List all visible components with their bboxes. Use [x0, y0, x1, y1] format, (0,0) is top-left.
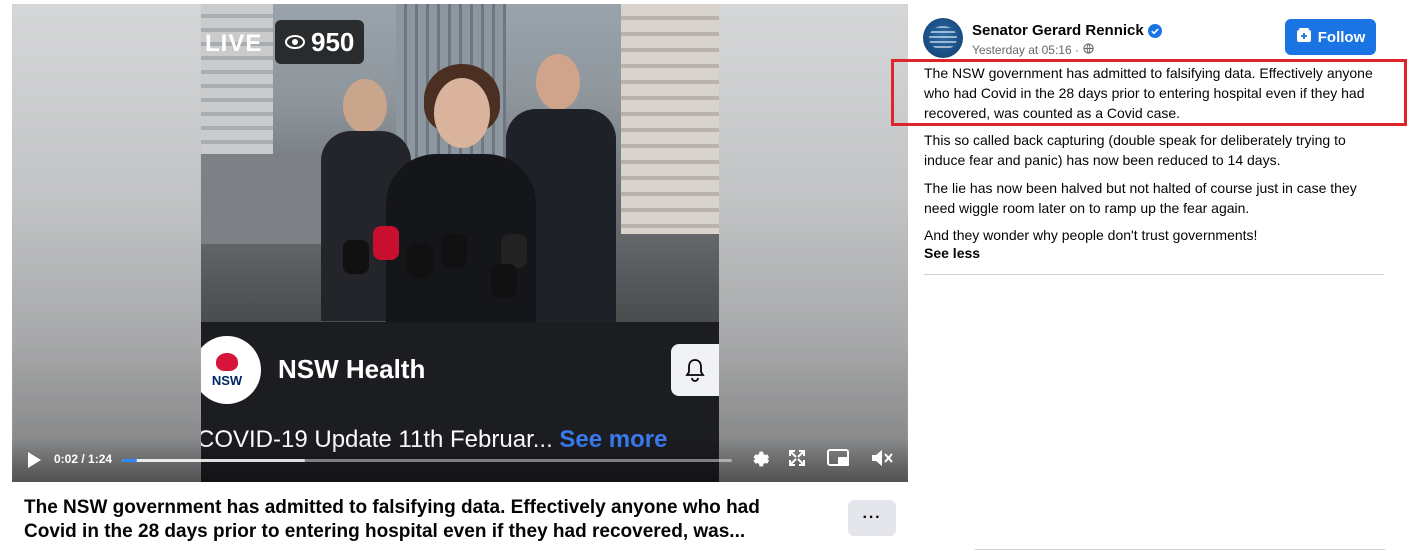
- building: [201, 154, 331, 244]
- video-blur-right: [718, 4, 908, 482]
- video-blur-left: [12, 4, 201, 482]
- microphone: [407, 244, 433, 278]
- avatar[interactable]: [923, 18, 963, 58]
- follow-plus-icon: [1296, 27, 1312, 47]
- globe-icon: [1083, 43, 1094, 57]
- pip-icon[interactable]: [827, 448, 851, 473]
- verified-icon: [1147, 23, 1162, 38]
- post-paragraph: This so called back capturing (double sp…: [924, 132, 1346, 168]
- divider: [975, 549, 1385, 550]
- bell-icon[interactable]: [671, 344, 719, 396]
- video-controls: 0:02 / 1:24: [12, 438, 908, 482]
- video-caption: The NSW government has admitted to falsi…: [24, 497, 760, 542]
- more-options-button[interactable]: ···: [848, 500, 896, 536]
- building: [621, 4, 719, 234]
- microphone: [343, 240, 369, 274]
- page-name[interactable]: NSW Health: [278, 354, 425, 385]
- viewer-count-badge: 950: [275, 20, 365, 64]
- post-paragraph: And they wonder why people don't trust g…: [924, 227, 1258, 243]
- microphone: [441, 234, 467, 268]
- post-paragraph: The lie has now been halved but not halt…: [924, 180, 1357, 216]
- progress-bar[interactable]: [122, 459, 732, 462]
- video-player[interactable]: LIVE 950 NSW NSW Health COVID-19 Update …: [12, 4, 908, 482]
- progress-played: [122, 459, 137, 462]
- nsw-waratah-icon[interactable]: NSW: [201, 336, 261, 404]
- viewer-count: 950: [311, 26, 355, 57]
- divider: [924, 274, 1384, 275]
- fullscreen-icon[interactable]: [787, 448, 807, 473]
- post-timestamp: Yesterday at 05:16 ·: [972, 43, 1094, 57]
- press-conference-scene: LIVE 950: [201, 4, 719, 322]
- highlight-box: [891, 59, 1407, 126]
- time-display: 0:02 / 1:24: [54, 452, 113, 466]
- progress-buffer: [122, 459, 305, 462]
- video-frame: LIVE 950 NSW NSW Health COVID-19 Update …: [201, 4, 719, 482]
- live-badge: LIVE: [205, 30, 263, 57]
- follow-label: Follow: [1317, 28, 1366, 46]
- microphone: [373, 226, 399, 260]
- follow-button[interactable]: Follow: [1285, 19, 1376, 55]
- settings-icon[interactable]: [748, 448, 770, 475]
- timestamp-text[interactable]: Yesterday at 05:16 ·: [972, 43, 1079, 57]
- microphone: [501, 234, 527, 268]
- eye-icon: [285, 35, 305, 49]
- play-icon[interactable]: [26, 451, 42, 474]
- volume-muted-icon[interactable]: [870, 448, 894, 473]
- microphone: [491, 264, 517, 298]
- author-name[interactable]: Senator Gerard Rennick: [972, 22, 1144, 39]
- logo-text: NSW: [211, 372, 243, 388]
- author-line: Senator Gerard Rennick: [972, 22, 1162, 39]
- see-less-link[interactable]: See less: [924, 245, 980, 261]
